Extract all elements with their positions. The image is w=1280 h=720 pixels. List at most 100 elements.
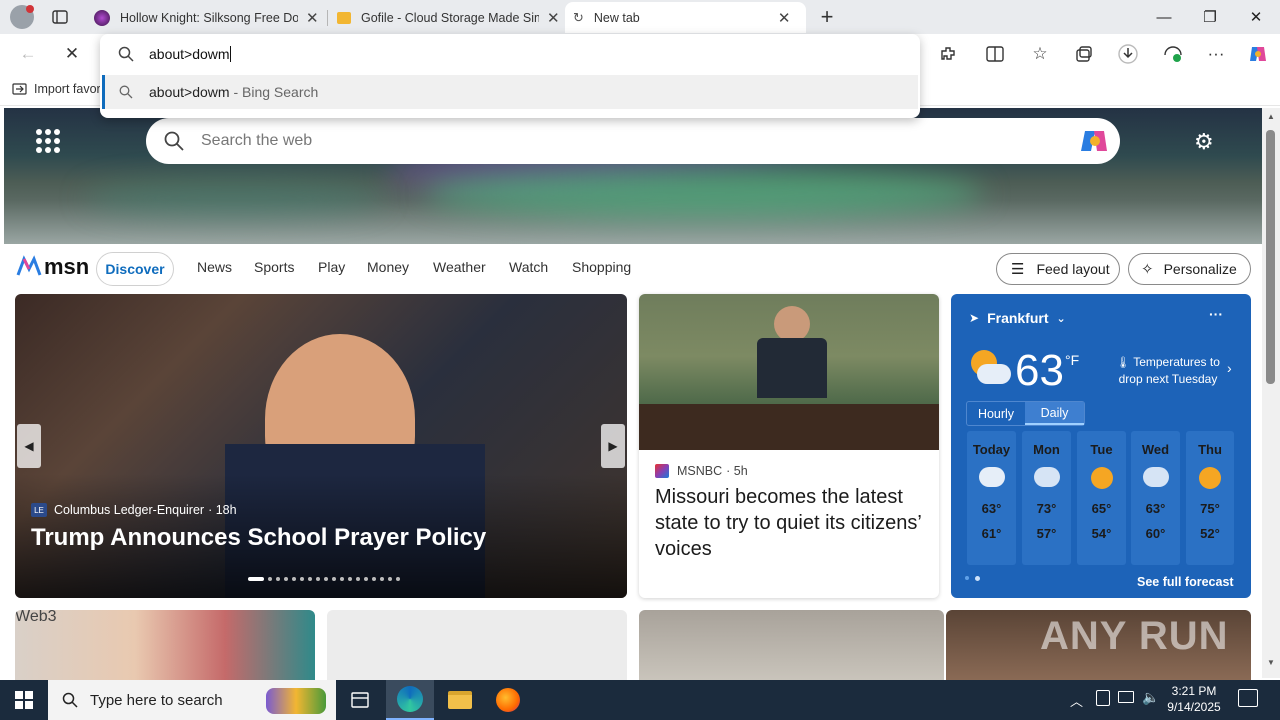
nav-shopping[interactable]: Shopping	[572, 259, 631, 275]
tab-gofile[interactable]: Gofile - Cloud Storage Made Sim ✕	[329, 2, 565, 33]
tab-close-icon[interactable]: ✕	[547, 9, 560, 27]
taskbar-search-box[interactable]: Type here to search	[48, 680, 336, 720]
tab-hourly[interactable]: Hourly	[967, 402, 1025, 425]
story-source[interactable]: LE Columbus Ledger-Enquirer · 18h	[31, 503, 237, 517]
minimize-button[interactable]: —	[1141, 0, 1187, 34]
tab-daily[interactable]: Daily	[1025, 402, 1084, 425]
msn-logo[interactable]: msn	[16, 254, 89, 280]
scroll-up-icon[interactable]: ▲	[1267, 112, 1275, 121]
copilot-icon[interactable]	[1080, 127, 1110, 155]
edge-taskbar-icon[interactable]	[386, 680, 434, 720]
tab-actions-icon[interactable]	[48, 5, 72, 29]
nav-discover[interactable]: Discover	[96, 252, 174, 286]
feed-layout-button[interactable]: ☰ Feed layout	[996, 253, 1120, 285]
tab-title: New tab	[593, 10, 640, 25]
tab-separator	[327, 10, 328, 26]
notifications-icon[interactable]	[1238, 689, 1258, 707]
forecast-day[interactable]: Mon 73° 57°	[1022, 431, 1071, 565]
nav-sports[interactable]: Sports	[254, 259, 294, 275]
copilot-icon[interactable]	[1240, 34, 1276, 74]
device-icon[interactable]	[1096, 690, 1110, 706]
task-view-icon[interactable]	[336, 680, 384, 720]
more-menu-icon[interactable]: ···	[1198, 34, 1234, 74]
news-card-placeholder[interactable]	[327, 610, 627, 680]
forecast-day[interactable]: Wed 63° 60°	[1131, 431, 1180, 565]
sun-cloud-icon	[1199, 467, 1221, 489]
tab-close-icon[interactable]: ✕	[306, 9, 319, 27]
forecast-day[interactable]: Today 63° 61°	[967, 431, 1016, 565]
web-search-box[interactable]: Search the web	[146, 118, 1120, 164]
personalize-label: Personalize	[1163, 261, 1237, 277]
personalize-button[interactable]: ✧ Personalize	[1128, 253, 1251, 285]
news-image	[639, 294, 939, 450]
day-high: 75°	[1200, 501, 1220, 516]
show-hidden-icons[interactable]: ︿	[1070, 691, 1083, 710]
clock-date: 9/14/2025	[1167, 700, 1221, 714]
windows-start-icon[interactable]	[0, 680, 48, 720]
source-logo: LE	[31, 503, 47, 517]
source-name: Columbus Ledger-Enquirer	[54, 503, 205, 517]
page-scrollbar[interactable]: ▲ ▼	[1262, 108, 1280, 678]
news-headline[interactable]: Missouri becomes the latest state to try…	[655, 484, 923, 562]
scroll-down-icon[interactable]: ▼	[1267, 658, 1275, 667]
nav-news[interactable]: News	[197, 259, 232, 275]
clock[interactable]: 3:21 PM 9/14/2025	[1166, 683, 1222, 715]
close-window-button[interactable]: ✕	[1233, 0, 1279, 34]
forecast-day[interactable]: Tue 65° 54°	[1077, 431, 1126, 565]
browser-essentials-icon[interactable]	[1155, 34, 1191, 74]
firefox-icon[interactable]	[484, 680, 532, 720]
nav-play[interactable]: Play	[318, 259, 345, 275]
volume-icon[interactable]: 🔈	[1142, 689, 1159, 706]
import-favorites-button[interactable]: Import favor	[12, 81, 101, 97]
msn-logo-text: msn	[44, 254, 90, 279]
maximize-button[interactable]: ❐	[1187, 0, 1233, 34]
chevron-right-icon[interactable]: ›	[1227, 360, 1232, 376]
weather-location[interactable]: ➤ Frankfurt ⌄	[969, 310, 1066, 326]
news-card-image[interactable]: Web3	[15, 610, 315, 680]
back-icon[interactable]: ←	[10, 34, 46, 74]
split-screen-icon[interactable]	[977, 34, 1013, 74]
profile-avatar[interactable]	[10, 5, 34, 29]
weather-pager-dots	[965, 576, 980, 581]
tab-new-tab[interactable]: ↻ New tab ✕	[565, 2, 806, 33]
loading-icon: ↻	[573, 9, 584, 25]
address-input[interactable]: about>dowm	[100, 34, 920, 74]
downloads-icon[interactable]	[1110, 34, 1146, 74]
temp-unit: °F	[1065, 352, 1080, 368]
network-icon[interactable]	[1118, 691, 1134, 703]
story-headline[interactable]: Trump Announces School Prayer Policy	[31, 524, 486, 552]
weather-alert[interactable]: 🌡 Temperatures to drop next Tuesday	[1113, 354, 1223, 387]
file-explorer-icon[interactable]	[436, 680, 484, 720]
address-bar-dropdown: about>dowm about>dowm - Bing Search	[100, 34, 920, 118]
carousel-prev-button[interactable]: ◀	[17, 424, 41, 468]
suggestion-item[interactable]: about>dowm - Bing Search	[102, 75, 918, 109]
day-low: 61°	[981, 526, 1002, 541]
nav-watch[interactable]: Watch	[509, 259, 548, 275]
scrollbar-thumb[interactable]	[1266, 130, 1275, 384]
news-source[interactable]: MSNBC · 5h	[655, 464, 748, 478]
chevron-down-icon: ⌄	[1056, 312, 1066, 325]
top-story-card[interactable]: ◀ ▶ LE Columbus Ledger-Enquirer · 18h Tr…	[15, 294, 627, 598]
tab-close-icon[interactable]: ✕	[778, 9, 791, 27]
new-tab-button[interactable]: +	[814, 4, 840, 30]
settings-gear-icon[interactable]: ⚙	[1194, 129, 1214, 155]
day-high: 73°	[1036, 501, 1057, 516]
nav-weather[interactable]: Weather	[433, 259, 486, 275]
news-card-image[interactable]	[639, 610, 944, 680]
text-cursor	[229, 46, 231, 62]
see-full-forecast-link[interactable]: See full forecast	[1137, 575, 1234, 589]
nav-money[interactable]: Money	[367, 259, 409, 275]
day-name: Today	[972, 442, 1011, 457]
more-options-icon[interactable]: ···	[1209, 306, 1223, 322]
favorites-icon[interactable]: ☆	[1022, 34, 1058, 74]
day-high: 63°	[1145, 501, 1166, 516]
day-name: Wed	[1141, 442, 1170, 457]
carousel-next-button[interactable]: ▶	[601, 424, 625, 468]
forecast-day[interactable]: Thu 75° 52°	[1186, 431, 1234, 565]
stop-icon[interactable]: ✕	[54, 34, 90, 74]
extensions-icon[interactable]	[930, 34, 966, 74]
collections-icon[interactable]	[1066, 34, 1102, 74]
apps-grid-icon[interactable]	[36, 129, 60, 153]
news-card[interactable]: MSNBC · 5h Missouri becomes the latest s…	[639, 294, 939, 598]
tab-hollow-knight[interactable]: Hollow Knight: Silksong Free Dow ✕	[86, 2, 326, 33]
